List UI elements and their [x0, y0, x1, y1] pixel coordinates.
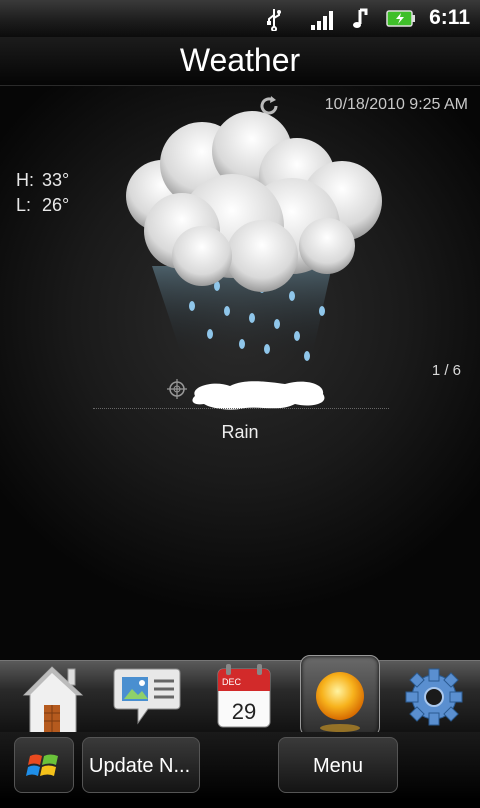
high-label: H: — [16, 170, 34, 190]
signal-icon — [311, 11, 333, 30]
battery-charging-icon — [386, 10, 415, 27]
dock-calendar[interactable]: DEC 29 — [200, 661, 296, 733]
dock-home[interactable] — [6, 661, 102, 734]
weather-panel[interactable]: 10/18/2010 9:25 AM H: 33° L: 26° 1 / 6 R… — [0, 86, 480, 660]
redacted-location — [192, 381, 325, 410]
windows-logo-icon — [26, 754, 58, 776]
title-bar: Weather — [0, 37, 480, 86]
low-label: L: — [16, 195, 32, 215]
dock-settings[interactable] — [388, 661, 480, 733]
high-value: 33° — [42, 170, 70, 190]
dock-weather-selected[interactable] — [300, 655, 380, 737]
update-now-button[interactable]: Update N... — [82, 737, 200, 793]
low-value: 26° — [42, 195, 70, 215]
status-bar: 6:11 — [0, 0, 480, 38]
calendar-day: 29 — [232, 699, 256, 724]
temperature-high: H: 33° — [16, 170, 69, 191]
temperature-low: L: 26° — [16, 195, 69, 216]
calendar-icon: DEC 29 — [217, 664, 271, 728]
music-note-icon — [353, 8, 368, 28]
weather-sun-icon — [316, 672, 364, 732]
rain-cloud-icon — [126, 111, 382, 361]
weather-condition: Rain — [221, 422, 259, 442]
page-title: Weather — [179, 42, 301, 78]
home-icon — [22, 666, 84, 734]
messages-icon — [113, 668, 181, 725]
dock-messages[interactable] — [104, 661, 200, 733]
calendar-month: DEC — [222, 677, 242, 687]
bottom-bar: Update N... Menu — [0, 732, 480, 800]
settings-icon — [405, 668, 463, 726]
app-dock: DEC 29 — [0, 655, 480, 737]
status-time: 6:11 — [429, 6, 470, 29]
menu-button[interactable]: Menu — [278, 737, 398, 793]
windows-button[interactable] — [14, 737, 74, 793]
divider — [93, 408, 389, 409]
usb-icon — [267, 9, 281, 31]
page-counter: 1 / 6 — [431, 362, 461, 379]
location-crosshair-icon[interactable] — [166, 378, 188, 400]
